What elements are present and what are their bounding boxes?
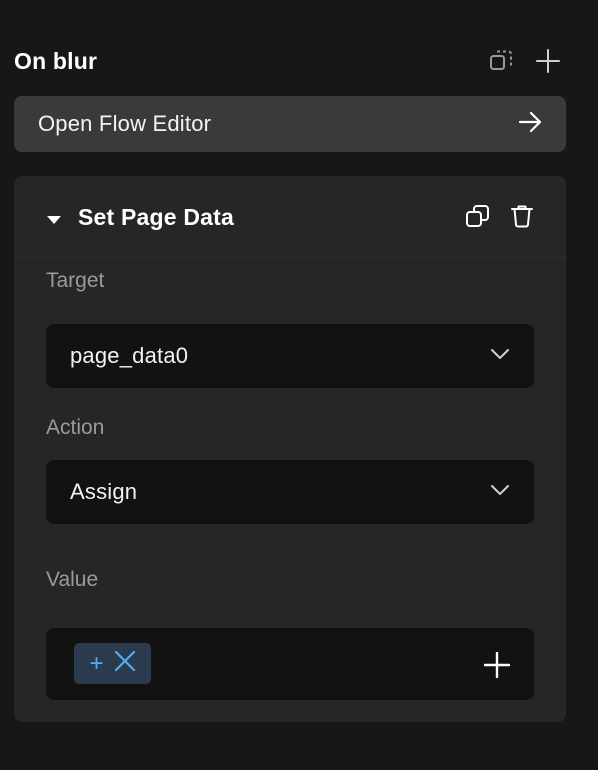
header-actions bbox=[488, 47, 566, 75]
event-panel: On blur Open Flow Editor Set Page Data T… bbox=[0, 0, 598, 770]
chevron-down-icon bbox=[490, 347, 510, 365]
copy-icon[interactable] bbox=[464, 202, 492, 230]
trash-icon[interactable] bbox=[508, 202, 536, 230]
action-value: Assign bbox=[70, 479, 138, 504]
event-title: On blur bbox=[14, 47, 98, 74]
add-event-plus-icon[interactable] bbox=[534, 47, 562, 75]
caret-down-icon[interactable] bbox=[46, 212, 62, 230]
add-value-plus-icon[interactable] bbox=[483, 651, 511, 683]
card-header: Set Page Data bbox=[14, 176, 566, 258]
open-flow-editor-label: Open Flow Editor bbox=[38, 111, 212, 136]
action-label: Action bbox=[46, 416, 105, 439]
value-chip: + bbox=[74, 643, 151, 684]
value-label: Value bbox=[46, 568, 99, 591]
duplicate-icon[interactable] bbox=[488, 47, 516, 75]
arrow-right-icon bbox=[518, 111, 542, 138]
target-value: page_data0 bbox=[70, 343, 189, 368]
card-title: Set Page Data bbox=[78, 204, 234, 230]
event-header: On blur bbox=[14, 42, 566, 80]
open-flow-editor-button[interactable]: Open Flow Editor bbox=[14, 96, 566, 152]
set-page-data-card: Set Page Data Target page_data0 Action A… bbox=[14, 176, 566, 722]
target-select[interactable]: page_data0 bbox=[46, 324, 534, 388]
action-select[interactable]: Assign bbox=[46, 460, 534, 524]
chevron-down-icon bbox=[490, 483, 510, 501]
chip-plus-icon[interactable]: + bbox=[89, 651, 103, 676]
value-input[interactable]: + bbox=[46, 628, 534, 700]
target-label: Target bbox=[46, 269, 105, 292]
card-actions bbox=[464, 202, 536, 230]
close-icon[interactable] bbox=[114, 650, 136, 677]
